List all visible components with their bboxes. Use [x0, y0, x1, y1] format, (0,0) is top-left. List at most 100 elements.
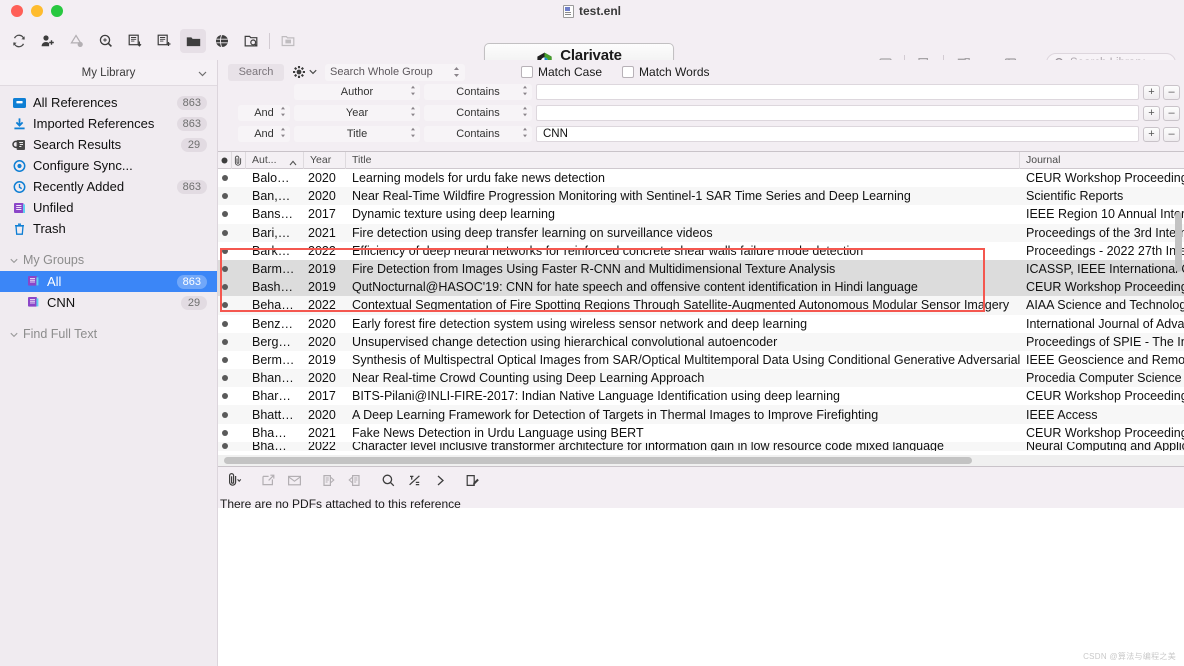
remove-criterion-button[interactable]: –	[1163, 85, 1180, 100]
table-row[interactable]: Barm…2019Fire Detection from Images Usin…	[218, 260, 1184, 278]
find-reference-updates-icon[interactable]	[93, 29, 119, 53]
library-selector[interactable]: My Library	[0, 60, 217, 86]
row-readstatus-dot[interactable]	[218, 187, 232, 205]
row-readstatus-dot[interactable]	[218, 442, 232, 451]
globe-icon[interactable]	[209, 29, 235, 53]
table-vertical-scrollbar[interactable]	[1175, 212, 1182, 272]
row-readstatus-dot[interactable]	[218, 260, 232, 278]
remove-criterion-button[interactable]: –	[1163, 106, 1180, 121]
column-header-author[interactable]: Aut...	[246, 152, 304, 169]
add-criterion-button[interactable]: +	[1143, 127, 1160, 142]
my-groups-header[interactable]: My Groups	[0, 249, 217, 271]
sidebar-item-search-results[interactable]: Search Results 29	[0, 134, 217, 155]
sidebar-item-group-cnn[interactable]: CNN 29	[0, 292, 217, 313]
fit-page-icon[interactable]	[402, 469, 426, 491]
column-header-readstatus[interactable]	[218, 152, 232, 169]
table-row[interactable]: Beha…2022Contextual Segmentation of Fire…	[218, 296, 1184, 314]
table-horizontal-scrollbar[interactable]	[218, 455, 1184, 466]
row-readstatus-dot[interactable]	[218, 333, 232, 351]
operator-select[interactable]: Contains	[424, 105, 532, 121]
row-readstatus-dot[interactable]	[218, 405, 232, 423]
criterion-value-input[interactable]: CNN	[536, 126, 1139, 142]
table-row[interactable]: Balo…2020Learning models for urdu fake n…	[218, 169, 1184, 187]
remove-criterion-button[interactable]: –	[1163, 127, 1180, 142]
match-words-checkbox[interactable]	[622, 66, 634, 78]
field-select[interactable]: Author	[294, 84, 420, 100]
row-readstatus-dot[interactable]	[218, 278, 232, 296]
row-readstatus-dot[interactable]	[218, 387, 232, 405]
table-row[interactable]: Berm…2019Synthesis of Multispectral Opti…	[218, 351, 1184, 369]
table-row[interactable]: Bans…2017Dynamic texture using deep lear…	[218, 205, 1184, 223]
row-readstatus-dot[interactable]	[218, 369, 232, 387]
table-row[interactable]: Ban,…2020Near Real-Time Wildfire Progres…	[218, 187, 1184, 205]
row-readstatus-dot[interactable]	[218, 224, 232, 242]
table-row[interactable]: Berg…2020Unsupervised change detection u…	[218, 333, 1184, 351]
table-row[interactable]: Bhan…2020Near Real-time Crowd Counting u…	[218, 369, 1184, 387]
sync-icon[interactable]	[6, 29, 32, 53]
table-row[interactable]: Bhatt…2020A Deep Learning Framework for …	[218, 405, 1184, 423]
search-scope-select[interactable]: Search Whole Group	[325, 64, 465, 81]
open-pdf-icon[interactable]	[275, 29, 301, 53]
email-icon[interactable]	[282, 469, 306, 491]
zoom-icon[interactable]	[376, 469, 400, 491]
row-readstatus-dot[interactable]	[218, 296, 232, 314]
add-criterion-button[interactable]: +	[1143, 106, 1160, 121]
field-select[interactable]: Title	[294, 126, 420, 142]
table-row[interactable]: Bari,…2021Fire detection using deep tran…	[218, 224, 1184, 242]
row-readstatus-dot[interactable]	[218, 351, 232, 369]
sidebar-item-unfiled[interactable]: Unfiled	[0, 197, 217, 218]
sidebar-item-recently-added[interactable]: Recently Added 863	[0, 176, 217, 197]
folder-icon[interactable]	[180, 29, 206, 53]
match-case-group[interactable]: Match Case	[521, 65, 602, 79]
search-button[interactable]: Search	[228, 64, 284, 81]
criterion-value-input[interactable]	[536, 105, 1139, 121]
attachment-icon[interactable]	[222, 469, 246, 491]
row-attachment-cell	[232, 387, 246, 405]
table-row[interactable]: Bha…2022Character level inclusive transf…	[218, 442, 1184, 451]
find-full-text-header[interactable]: Find Full Text	[0, 323, 217, 345]
add-criterion-button[interactable]: +	[1143, 85, 1160, 100]
table-row[interactable]: Bark…2022Efficiency of deep neural netwo…	[218, 242, 1184, 260]
sidebar-item-imported-references[interactable]: Imported References 863	[0, 113, 217, 134]
column-header-attachment[interactable]	[232, 152, 246, 169]
online-search-icon[interactable]	[64, 29, 90, 53]
field-select[interactable]: Year	[294, 105, 420, 121]
column-header-journal[interactable]: Journal	[1020, 152, 1184, 169]
row-attachment-cell	[232, 205, 246, 223]
row-readstatus-dot[interactable]	[218, 205, 232, 223]
column-header-title[interactable]: Title	[346, 152, 1020, 169]
sidebar-item-configure-sync[interactable]: Configure Sync...	[0, 155, 217, 176]
row-readstatus-dot[interactable]	[218, 169, 232, 187]
next-icon[interactable]	[428, 469, 452, 491]
sidebar-item-trash[interactable]: Trash	[0, 218, 217, 239]
row-readstatus-dot[interactable]	[218, 315, 232, 333]
search-options-menu[interactable]	[292, 65, 317, 79]
find-full-text-icon[interactable]	[238, 29, 264, 53]
sidebar-item-all-references[interactable]: All References 863	[0, 92, 217, 113]
paste-icon[interactable]	[342, 469, 366, 491]
row-readstatus-dot[interactable]	[218, 242, 232, 260]
insert-citation-icon[interactable]	[151, 29, 177, 53]
table-row[interactable]: Bash…2019QutNocturnal@HASOC'19: CNN for …	[218, 278, 1184, 296]
sidebar-item-group-all[interactable]: All 863	[0, 271, 217, 292]
row-title: QutNocturnal@HASOC'19: CNN for hate spee…	[346, 278, 1020, 296]
copy-icon[interactable]	[316, 469, 340, 491]
boolean-select[interactable]: And	[238, 105, 290, 121]
annotate-icon[interactable]	[460, 469, 484, 491]
copy-to-local-library-icon[interactable]	[122, 29, 148, 53]
table-row[interactable]: Bha…2021Fake News Detection in Urdu Lang…	[218, 424, 1184, 442]
table-row[interactable]: Benz…2020Early forest fire detection sys…	[218, 315, 1184, 333]
boolean-select[interactable]: And	[238, 126, 290, 142]
operator-select[interactable]: Contains	[424, 126, 532, 142]
operator-select[interactable]: Contains	[424, 84, 532, 100]
match-words-group[interactable]: Match Words	[622, 65, 709, 79]
table-row[interactable]: Bhar…2017BITS-Pilani@INLI-FIRE-2017: Ind…	[218, 387, 1184, 405]
scrollbar-thumb[interactable]	[224, 457, 972, 464]
row-title: Synthesis of Multispectral Optical Image…	[346, 351, 1020, 369]
column-header-year[interactable]: Year	[304, 152, 346, 169]
match-case-checkbox[interactable]	[521, 66, 533, 78]
criterion-value-input[interactable]	[536, 84, 1139, 100]
row-readstatus-dot[interactable]	[218, 424, 232, 442]
open-external-icon[interactable]	[256, 469, 280, 491]
new-reference-icon[interactable]	[35, 29, 61, 53]
